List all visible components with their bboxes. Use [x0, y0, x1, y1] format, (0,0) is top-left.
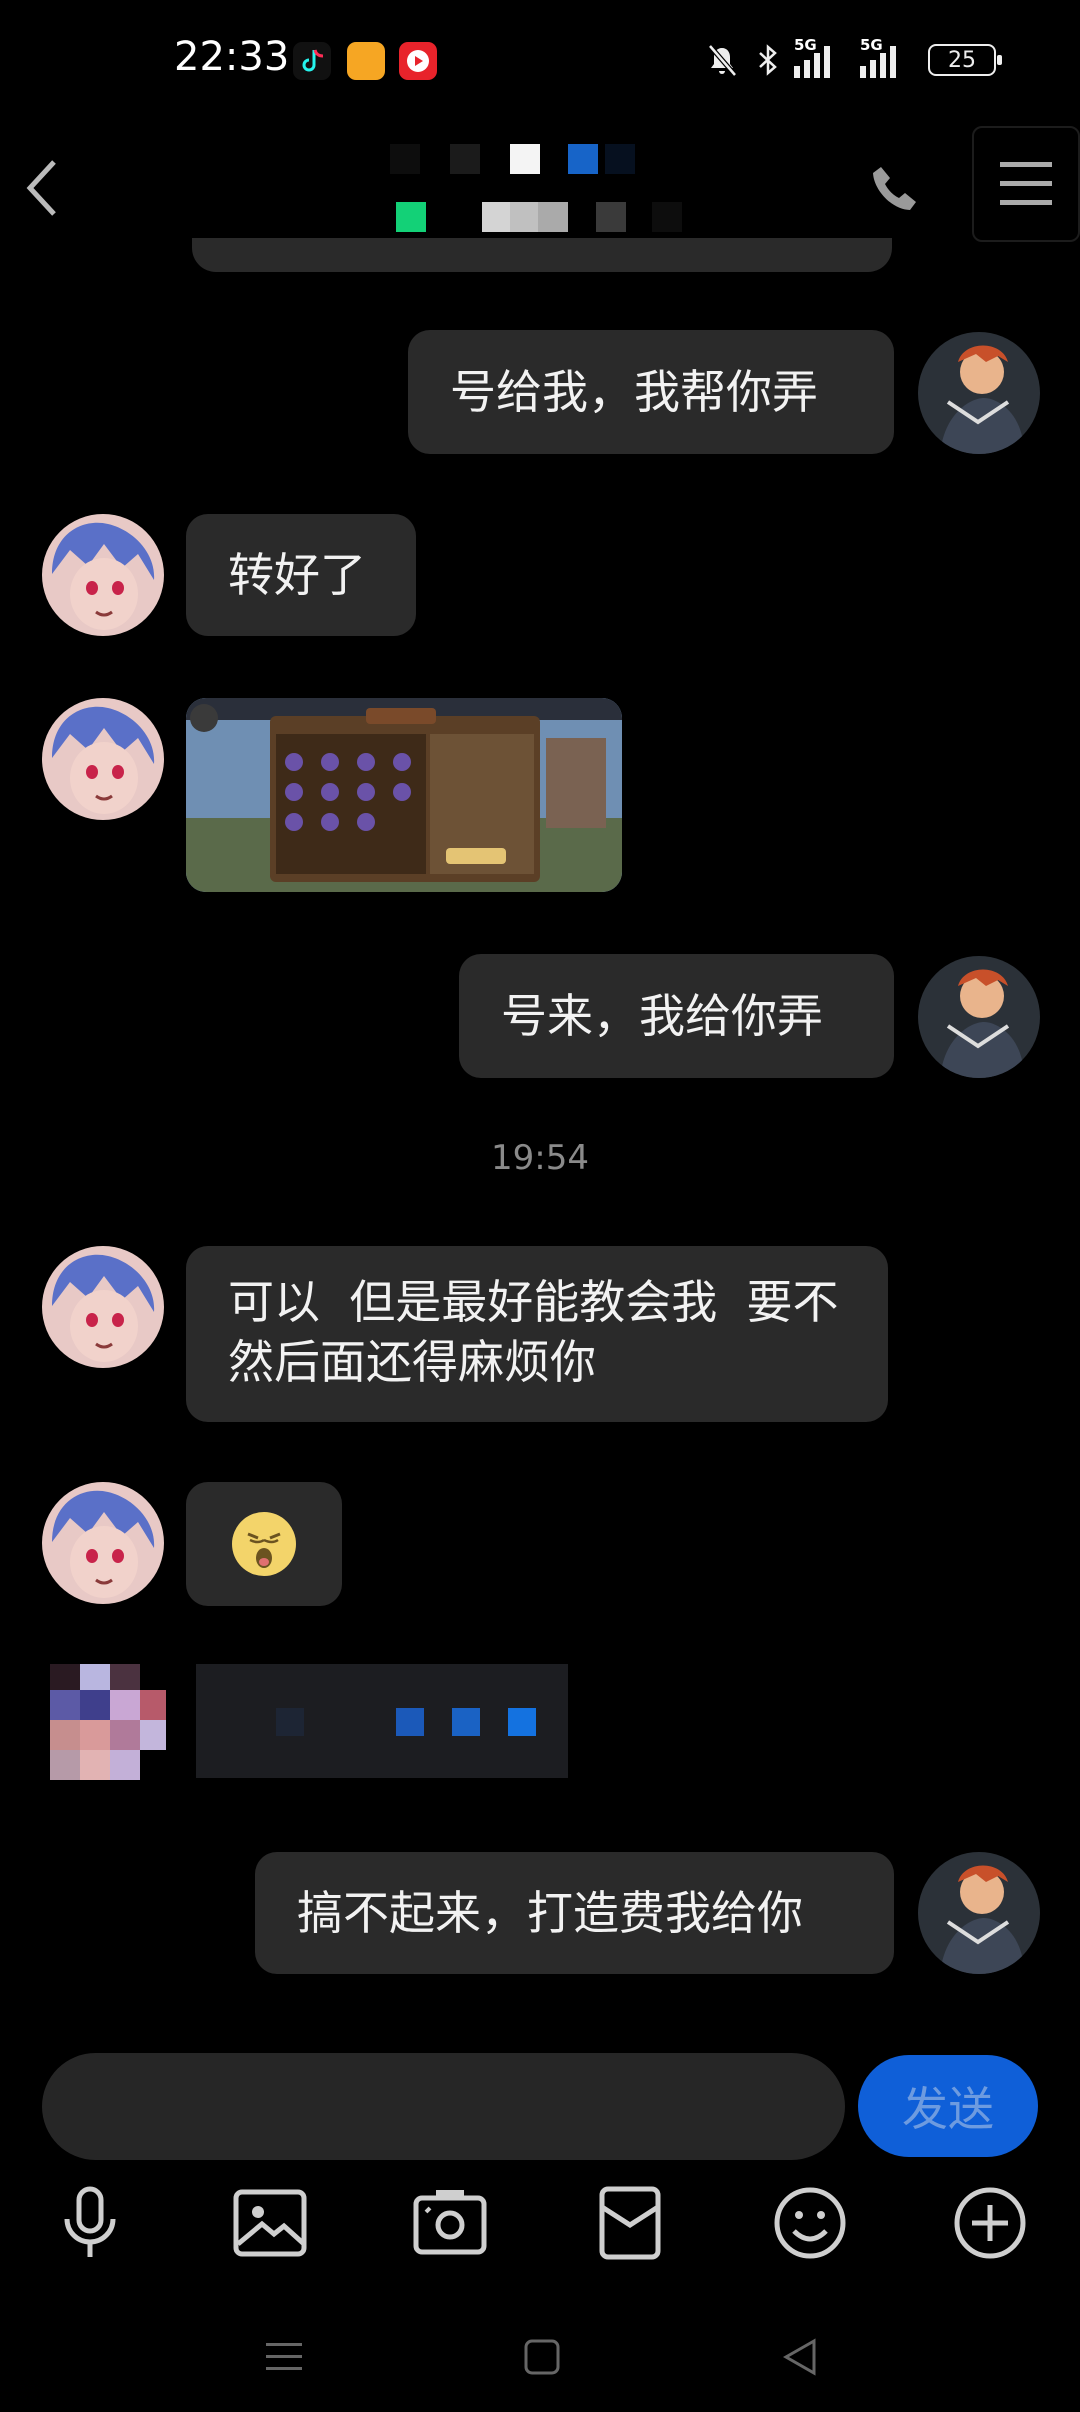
tiktok-notification-icon — [293, 42, 331, 80]
image-message[interactable] — [186, 698, 622, 892]
camera-icon — [413, 2190, 487, 2255]
status-bar: 22:33 5G 5G 25 — [0, 0, 1080, 120]
nav-menu-button[interactable] — [244, 2322, 324, 2392]
contact-avatar[interactable] — [42, 514, 164, 636]
message-bubble[interactable]: 搞不起来，打造费我给你 — [255, 1852, 894, 1974]
image-button[interactable] — [222, 2175, 318, 2271]
message-bubble[interactable]: 转好了 — [186, 514, 416, 636]
message-text: 可以 但是最好能教会我 要不然后面还得麻烦你 — [228, 1275, 839, 1389]
signal-1: 5G — [794, 36, 846, 80]
my-avatar[interactable] — [918, 332, 1040, 454]
contact-avatar[interactable] — [42, 1246, 164, 1368]
message-text: 号给我，我帮你弄 — [450, 365, 818, 419]
more-button[interactable] — [942, 2175, 1038, 2271]
network-label-1: 5G — [794, 36, 817, 54]
video-notification-icon — [399, 42, 437, 80]
camera-button[interactable] — [402, 2175, 498, 2271]
microphone-icon — [64, 2186, 116, 2257]
menu-button[interactable] — [972, 126, 1080, 242]
message-input[interactable] — [42, 2053, 845, 2160]
battery-level: 25 — [948, 47, 976, 73]
network-label-2: 5G — [860, 36, 883, 54]
red-packet-button[interactable] — [582, 2175, 678, 2271]
menu-icon — [266, 2343, 302, 2370]
my-avatar[interactable] — [918, 1852, 1040, 1974]
battery-icon: 25 — [928, 44, 1002, 76]
menu-icon — [1000, 162, 1052, 205]
nav-home-button[interactable] — [502, 2322, 582, 2392]
my-avatar[interactable] — [918, 956, 1040, 1078]
redacted-message[interactable] — [196, 1664, 568, 1778]
message-text: 搞不起来，打造费我给你 — [297, 1886, 803, 1940]
send-button-label: 发送 — [902, 2082, 994, 2136]
image-icon — [233, 2189, 307, 2257]
emoji-message-bubble[interactable] — [186, 1482, 342, 1606]
plus-icon — [954, 2187, 1026, 2259]
send-button[interactable]: 发送 — [858, 2055, 1038, 2157]
red-packet-icon — [599, 2186, 661, 2260]
message-text: 转好了 — [228, 548, 366, 602]
contact-avatar[interactable] — [42, 698, 164, 820]
message-text: 号来，我给你弄 — [501, 989, 823, 1043]
contact-avatar[interactable] — [42, 1482, 164, 1604]
redacted-avatar[interactable] — [50, 1664, 166, 1780]
back-triangle-icon — [782, 2338, 816, 2376]
emoji-icon — [774, 2187, 846, 2259]
bluetooth-icon — [759, 44, 777, 76]
message-bubble[interactable]: 可以 但是最好能教会我 要不然后面还得麻烦你 — [186, 1246, 888, 1422]
signal-2: 5G — [860, 36, 912, 80]
partial-message-bubble — [192, 238, 892, 272]
status-icons: 5G 5G 25 — [704, 36, 1002, 82]
time-divider: 19:54 — [491, 1138, 589, 1178]
message-bubble[interactable]: 号来，我给你弄 — [459, 954, 894, 1078]
chevron-left-icon — [26, 160, 56, 216]
nav-back-button[interactable] — [760, 2322, 840, 2392]
message-bubble[interactable]: 号给我，我帮你弄 — [408, 330, 894, 454]
yawning-face-icon — [232, 1512, 296, 1576]
system-nav-bar — [0, 2300, 1080, 2412]
home-square-icon — [524, 2339, 560, 2375]
app-notification-icon — [347, 42, 385, 80]
input-toolbar — [0, 2175, 1080, 2275]
mute-bell-icon — [708, 44, 737, 77]
emoji-button[interactable] — [762, 2175, 858, 2271]
call-button[interactable] — [860, 144, 930, 234]
back-button[interactable] — [10, 138, 74, 238]
phone-icon — [873, 167, 916, 210]
voice-button[interactable] — [42, 2175, 138, 2271]
status-time: 22:33 — [174, 34, 290, 80]
